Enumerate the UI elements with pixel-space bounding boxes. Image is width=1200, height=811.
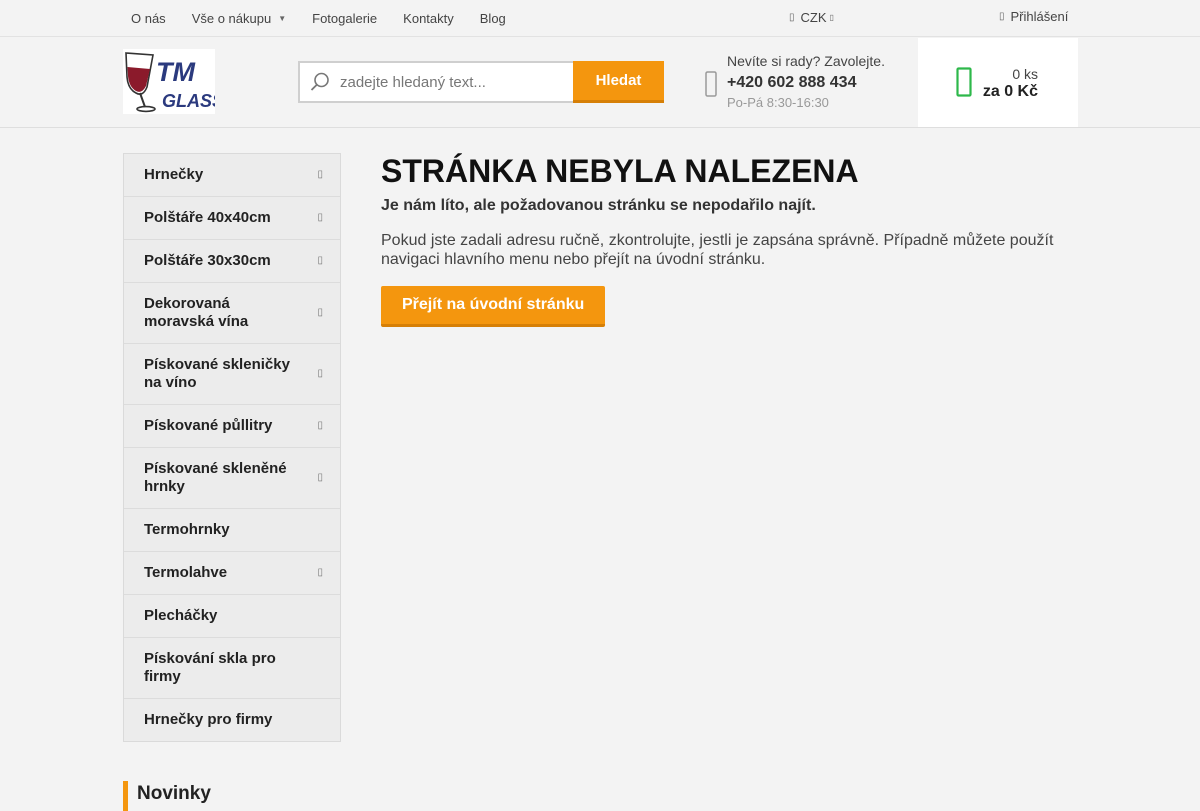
nav-vse-o-nakupu[interactable]: Vše o nákupu ▼ [179, 11, 299, 26]
search-box [298, 61, 573, 103]
currency-selector[interactable]: ▯ CZK ▯ [789, 10, 834, 25]
category-item[interactable]: Hrnečky ▯ [124, 154, 340, 197]
main-content: STRÁNKA NEBYLA NALEZENA Je nám líto, ale… [381, 153, 1081, 327]
logo[interactable]: TM GLASS [123, 49, 224, 114]
cart-count: 0 ks [1012, 66, 1038, 82]
search-form: Hledat [298, 61, 664, 103]
category-item[interactable]: Pískované skleničky na víno ▯ [124, 344, 340, 405]
category-item[interactable]: Pískované skleněné hrnky ▯ [124, 448, 340, 509]
chevron-down-icon: ▯ [829, 13, 834, 22]
search-icon [300, 71, 340, 93]
svg-text:TM: TM [156, 57, 195, 87]
opening-hours: Po-Pá 8:30-16:30 [727, 95, 829, 110]
login-link[interactable]: ▯ Přihlášení [999, 9, 1068, 24]
user-icon: ▯ [999, 11, 1005, 22]
category-item[interactable]: Polštáře 30x30cm ▯ [124, 240, 340, 283]
header: TM GLASS Hledat Nevíte si rady? Zavolejt… [0, 37, 1200, 128]
phone-icon [705, 71, 717, 97]
page-title: STRÁNKA NEBYLA NALEZENA [381, 153, 859, 189]
category-item[interactable]: Termohrnky [124, 509, 340, 552]
cart-icon [956, 67, 972, 102]
category-item[interactable]: Pískované půllitry ▯ [124, 405, 340, 448]
chevron-right-icon: ▯ [317, 255, 323, 266]
category-item[interactable]: Polštáře 40x40cm ▯ [124, 197, 340, 240]
cart-price: za 0 Kč [982, 83, 1038, 100]
cart[interactable]: 0 ks za 0 Kč [918, 38, 1078, 127]
search-button[interactable]: Hledat [573, 61, 664, 103]
search-input[interactable] [340, 73, 560, 91]
nav-blog[interactable]: Blog [467, 11, 519, 26]
news-heading: Novinky [123, 781, 211, 811]
contact-prompt: Nevíte si rady? Zavolejte. [727, 53, 885, 69]
chevron-right-icon: ▯ [317, 567, 323, 578]
chevron-down-icon: ▼ [278, 13, 287, 23]
nav-o-nas[interactable]: O nás [118, 11, 179, 26]
error-lead: Je nám líto, ale požadovanou stránku se … [381, 197, 816, 214]
chevron-right-icon: ▯ [317, 472, 323, 483]
category-item[interactable]: Dekorovaná moravská vína ▯ [124, 283, 340, 344]
chevron-right-icon: ▯ [317, 212, 323, 223]
category-item[interactable]: Pískování skla pro firmy [124, 638, 340, 699]
top-bar: O nás Vše o nákupu ▼ Fotogalerie Kontakty… [0, 0, 1200, 37]
chevron-right-icon: ▯ [317, 420, 323, 431]
category-item[interactable]: Termolahve ▯ [124, 552, 340, 595]
currency-icon: ▯ [789, 12, 795, 23]
category-item[interactable]: Plecháčky [124, 595, 340, 638]
phone-number[interactable]: +420 602 888 434 [727, 74, 856, 92]
nav-fotogalerie[interactable]: Fotogalerie [299, 11, 390, 26]
chevron-right-icon: ▯ [317, 368, 323, 379]
error-text: Pokud jste zadali adresu ručně, zkontrol… [381, 232, 1054, 268]
svg-text:GLASS: GLASS [162, 91, 215, 111]
chevron-right-icon: ▯ [317, 169, 323, 180]
go-home-button[interactable]: Přejít na úvodní stránku [381, 286, 606, 327]
nav-kontakty[interactable]: Kontakty [390, 11, 467, 26]
top-nav: O nás Vše o nákupu ▼ Fotogalerie Kontakty… [118, 0, 519, 36]
category-menu: Hrnečky ▯ Polštáře 40x40cm ▯ Polštáře 30x3… [123, 153, 341, 742]
chevron-right-icon: ▯ [317, 307, 323, 318]
category-item[interactable]: Hrnečky pro firmy [124, 699, 340, 741]
